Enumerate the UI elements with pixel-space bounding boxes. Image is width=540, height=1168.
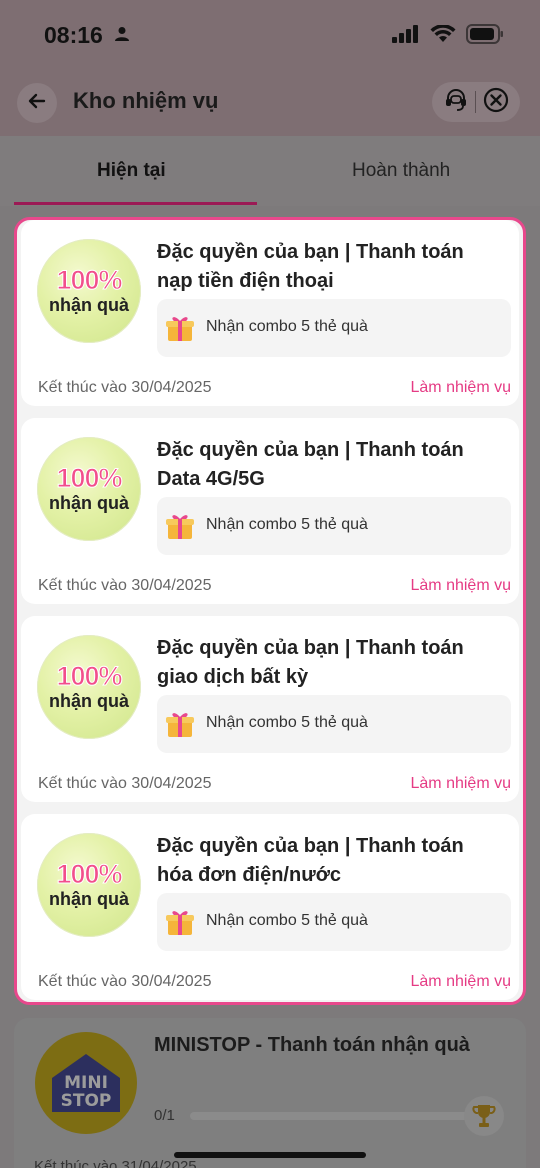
header-actions (432, 82, 520, 122)
gift-icon (164, 510, 196, 547)
do-task-link[interactable]: Làm nhiệm vụ (411, 973, 512, 991)
reward-text: Nhận combo 5 thẻ quà (206, 714, 368, 731)
divider (475, 91, 477, 113)
gift-icon (164, 312, 196, 349)
task-title: Đặc quyền của bạn | Thanh toán giao dịch… (157, 637, 464, 688)
ministop-logo: MINI STOP (35, 1032, 137, 1134)
gift-icon (164, 708, 196, 745)
task-card-ministop[interactable]: MINI STOP MINISTOP - Thanh toán nhận quà… (14, 1018, 526, 1168)
page-title: Kho nhiệm vụ (73, 88, 219, 113)
task-title: Đặc quyền của bạn | Thanh toán hóa đơn đ… (157, 835, 464, 886)
reward-badge: 100% nhận quà (37, 635, 141, 739)
badge-label: nhận quà (49, 492, 129, 513)
task-title: MINISTOP - Thanh toán nhận quà (154, 1034, 470, 1056)
status-bar: 08:16 (0, 0, 540, 70)
badge-label: nhận quà (49, 294, 129, 315)
task-list: 100% nhận quà Đặc quyền của bạn | Thanh … (14, 217, 526, 1005)
reward-box: Nhận combo 5 thẻ quà (157, 893, 511, 951)
tab-completed[interactable]: Hoàn thành (352, 160, 450, 182)
badge-label: nhận quà (49, 888, 129, 909)
end-date: Kết thúc vào 31/04/2025 (34, 1158, 197, 1168)
gift-icon (164, 906, 196, 943)
task-title: Đặc quyền của bạn | Thanh toán nạp tiền … (157, 241, 464, 292)
reward-box: Nhận combo 5 thẻ quà (157, 497, 511, 555)
home-indicator (174, 1152, 366, 1158)
task-card[interactable]: 100% nhận quà Đặc quyền của bạn | Thanh … (21, 814, 519, 1000)
end-date: Kết thúc vào 30/04/2025 (38, 775, 212, 792)
trophy-icon (464, 1096, 504, 1136)
tab-indicator (14, 202, 257, 205)
task-title: Đặc quyền của bạn | Thanh toán Data 4G/5… (157, 439, 464, 490)
end-date: Kết thúc vào 30/04/2025 (38, 379, 212, 396)
reward-box: Nhận combo 5 thẻ quà (157, 695, 511, 753)
reward-text: Nhận combo 5 thẻ quà (206, 912, 368, 929)
logo-text-1: MINI (64, 1073, 108, 1093)
badge-percent: 100% (56, 462, 123, 493)
reward-badge: 100% nhận quà (37, 833, 141, 937)
reward-text: Nhận combo 5 thẻ quà (206, 516, 368, 533)
end-date: Kết thúc vào 30/04/2025 (38, 973, 212, 990)
task-card[interactable]: 100% nhận quà Đặc quyền của bạn | Thanh … (21, 220, 519, 406)
close-circle-icon[interactable] (483, 87, 509, 118)
arrow-left-icon (27, 91, 47, 116)
badge-label: nhận quà (49, 690, 129, 711)
battery-icon (466, 24, 504, 49)
status-time: 08:16 (44, 22, 103, 48)
tab-current[interactable]: Hiện tại (97, 160, 166, 182)
badge-percent: 100% (56, 858, 123, 889)
reward-box: Nhận combo 5 thẻ quà (157, 299, 511, 357)
end-date: Kết thúc vào 30/04/2025 (38, 577, 212, 594)
do-task-link[interactable]: Làm nhiệm vụ (411, 775, 512, 793)
badge-percent: 100% (56, 660, 123, 691)
badge-percent: 100% (56, 264, 123, 295)
signal-icon (392, 25, 420, 48)
reward-badge: 100% nhận quà (37, 437, 141, 541)
progress-label: 0/1 (154, 1107, 175, 1124)
progress-bar (190, 1112, 470, 1120)
back-button[interactable] (17, 83, 57, 123)
wifi-icon (430, 24, 456, 48)
tab-bar: Hiện tại Hoàn thành (0, 136, 540, 206)
person-icon (114, 26, 130, 47)
logo-text-2: STOP (61, 1091, 112, 1111)
task-card[interactable]: 100% nhận quà Đặc quyền của bạn | Thanh … (21, 616, 519, 802)
reward-badge: 100% nhận quà (37, 239, 141, 343)
task-card[interactable]: 100% nhận quà Đặc quyền của bạn | Thanh … (21, 418, 519, 604)
support-agent-icon[interactable] (443, 87, 469, 118)
do-task-link[interactable]: Làm nhiệm vụ (411, 577, 512, 595)
do-task-link[interactable]: Làm nhiệm vụ (411, 379, 512, 397)
reward-text: Nhận combo 5 thẻ quà (206, 318, 368, 335)
header: Kho nhiệm vụ (0, 70, 540, 136)
